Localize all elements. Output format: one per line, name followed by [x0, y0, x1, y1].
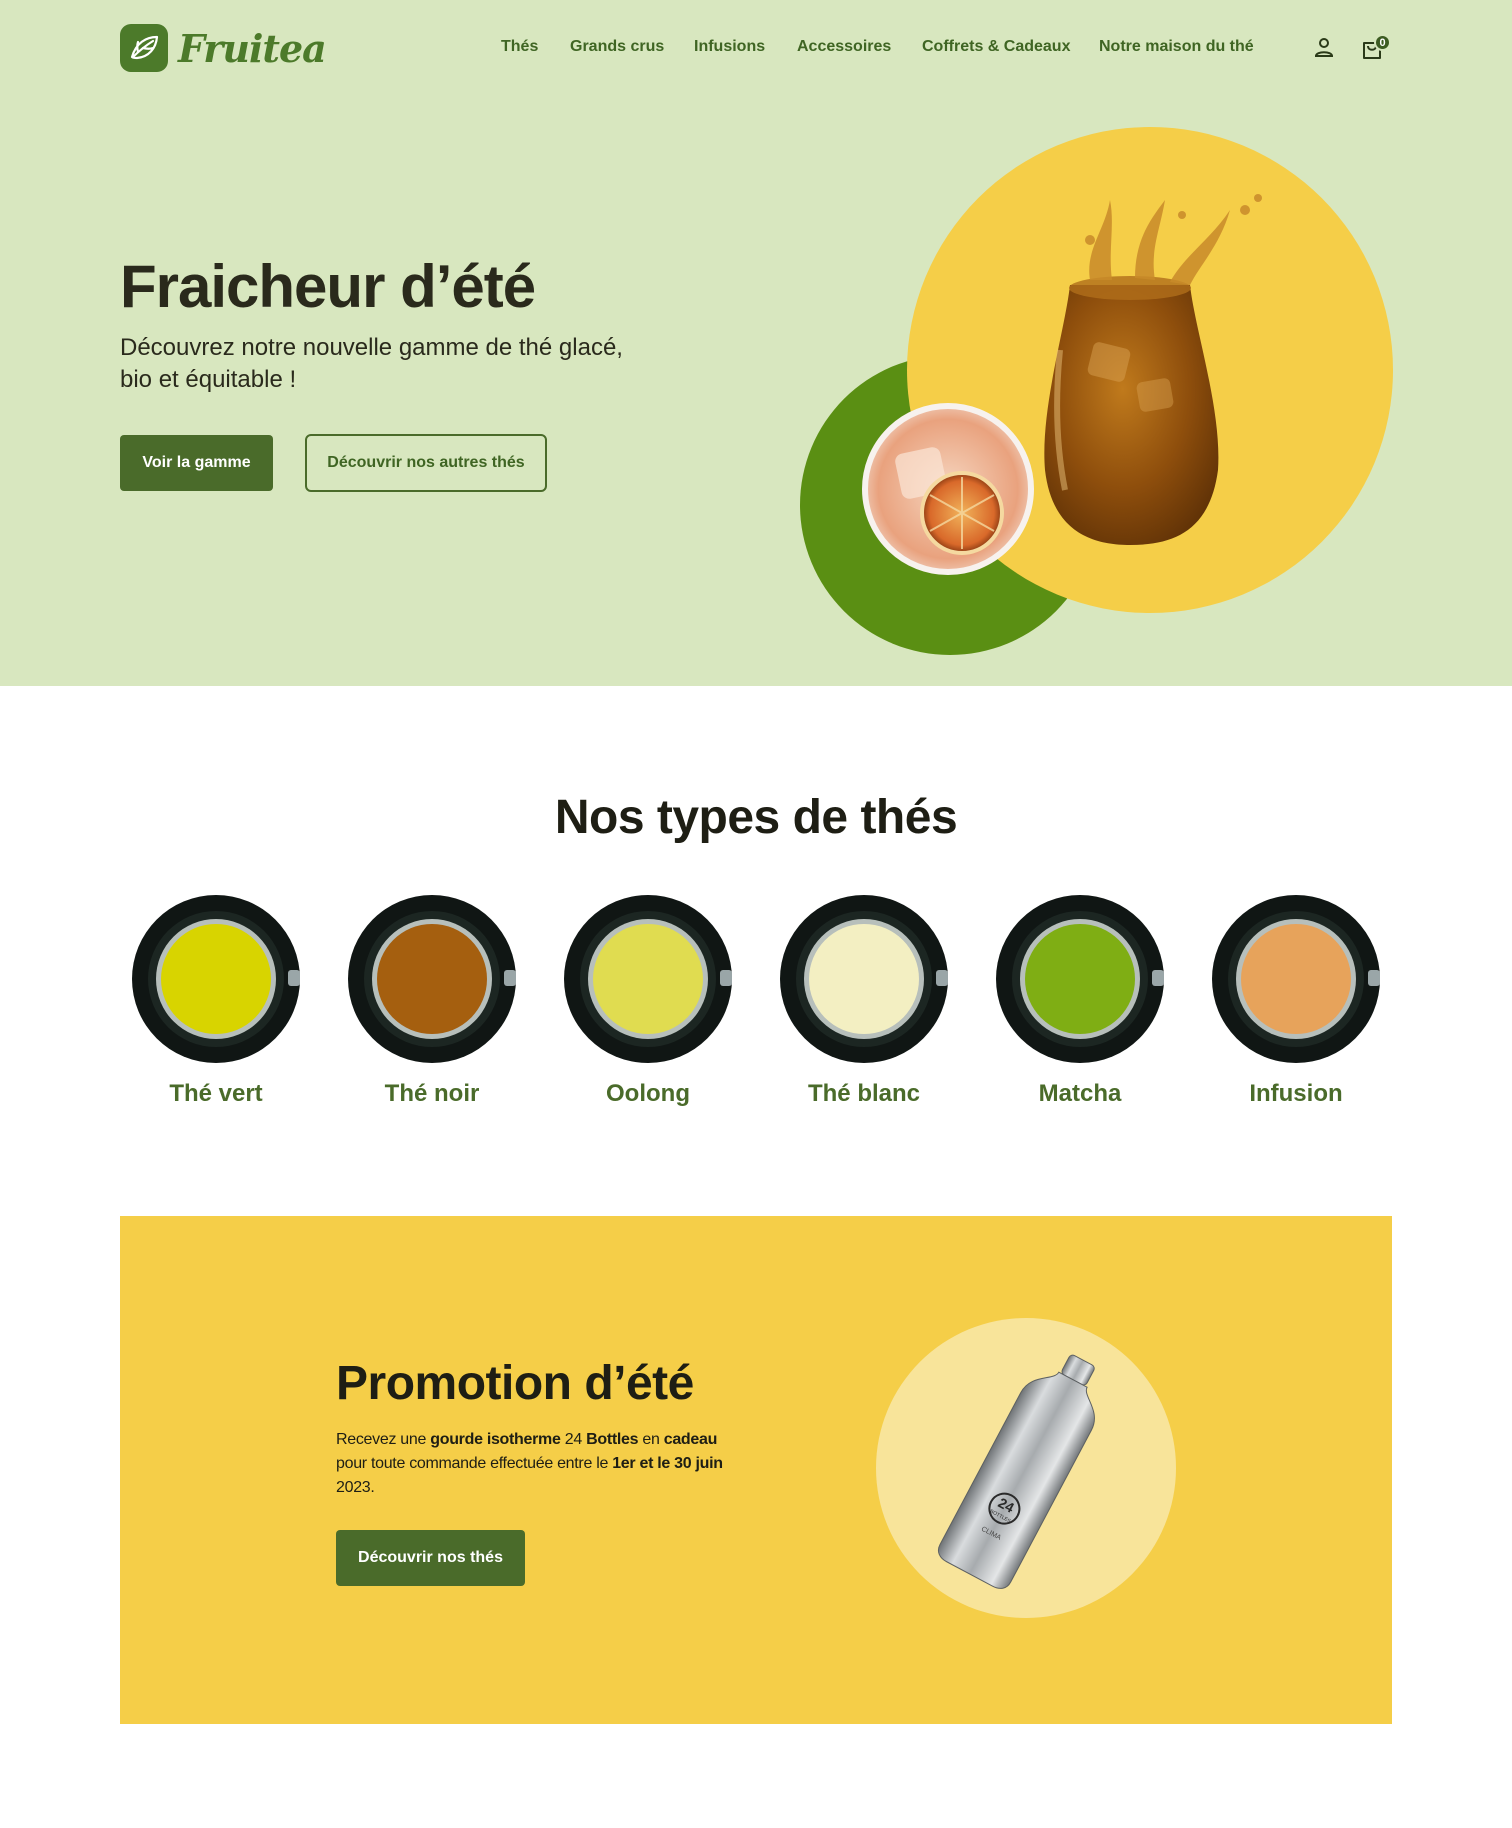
tea-liquid — [593, 924, 703, 1034]
tea-cup-image — [996, 895, 1164, 1063]
nav-item-notre-maison[interactable]: Notre maison du thé — [1099, 38, 1254, 56]
hero-section: Fruitea Thés Grands crus Infusions Acces… — [0, 0, 1512, 686]
tea-cup-image — [348, 895, 516, 1063]
promo-title: Promotion d’été — [336, 1357, 694, 1410]
tea-type-the-blanc[interactable]: Thé blanc — [756, 894, 972, 1108]
tea-liquid — [809, 924, 919, 1034]
tea-type-label: Oolong — [606, 1080, 690, 1107]
nav-item-infusions[interactable]: Infusions — [694, 38, 765, 56]
voir-la-gamme-button[interactable]: Voir la gamme — [120, 435, 273, 491]
decouvrir-nos-thes-button[interactable]: Découvrir nos thés — [336, 1530, 525, 1586]
nav-item-grands-crus[interactable]: Grands crus — [570, 38, 664, 56]
bottle-illustration: 24 BOTTLES CLIMA — [876, 1318, 1176, 1618]
tea-liquid — [1025, 924, 1135, 1034]
tea-cup-image — [564, 895, 732, 1063]
tea-type-label: Thé vert — [169, 1080, 263, 1107]
tea-type-label: Infusion — [1249, 1080, 1343, 1107]
tea-cup-image — [1212, 895, 1380, 1063]
user-icon[interactable] — [1313, 36, 1335, 58]
tea-type-label: Matcha — [1038, 1080, 1122, 1107]
nav-item-accessoires[interactable]: Accessoires — [797, 38, 891, 56]
tea-type-infusion[interactable]: Infusion — [1188, 894, 1404, 1108]
hero-subtitle: Découvrez notre nouvelle gamme de thé gl… — [120, 334, 623, 393]
promo-text: Recevez une gourde isotherme 24 Bottles … — [336, 1431, 723, 1496]
tea-type-oolong[interactable]: Oolong — [540, 894, 756, 1108]
cart-count-badge: 0 — [1374, 34, 1391, 51]
iced-tea-glass — [1044, 285, 1219, 545]
tea-types-title: Nos types de thés — [554, 791, 958, 844]
hero-title: Fraicheur d’été — [120, 253, 536, 320]
tea-liquid — [1241, 924, 1351, 1034]
tea-cup-image — [780, 895, 948, 1063]
tea-type-the-noir[interactable]: Thé noir — [324, 894, 540, 1108]
main-nav: Thés Grands crus Infusions Accessoires C… — [0, 38, 1512, 60]
tea-type-label: Thé noir — [384, 1080, 480, 1107]
tea-types-list: Thé vert Thé noir Oolong Thé blanc Match… — [0, 894, 1512, 1124]
tea-type-the-vert[interactable]: Thé vert — [108, 894, 324, 1108]
nav-item-coffrets-cadeaux[interactable]: Coffrets & Cadeaux — [922, 38, 1070, 56]
tea-type-label: Thé blanc — [807, 1080, 921, 1107]
tea-cup-image — [132, 895, 300, 1063]
iced-tea-illustration — [800, 127, 1393, 655]
tea-type-matcha[interactable]: Matcha — [972, 894, 1188, 1108]
tea-liquid — [377, 924, 487, 1034]
promo-section: Promotion d’été Recevez une gourde isoth… — [120, 1216, 1392, 1724]
tea-liquid — [161, 924, 271, 1034]
site-header: Fruitea Thés Grands crus Infusions Acces… — [0, 0, 1512, 96]
decouvrir-autres-thes-button[interactable]: Découvrir nos autres thés — [305, 434, 547, 492]
nav-item-thes[interactable]: Thés — [501, 38, 538, 56]
